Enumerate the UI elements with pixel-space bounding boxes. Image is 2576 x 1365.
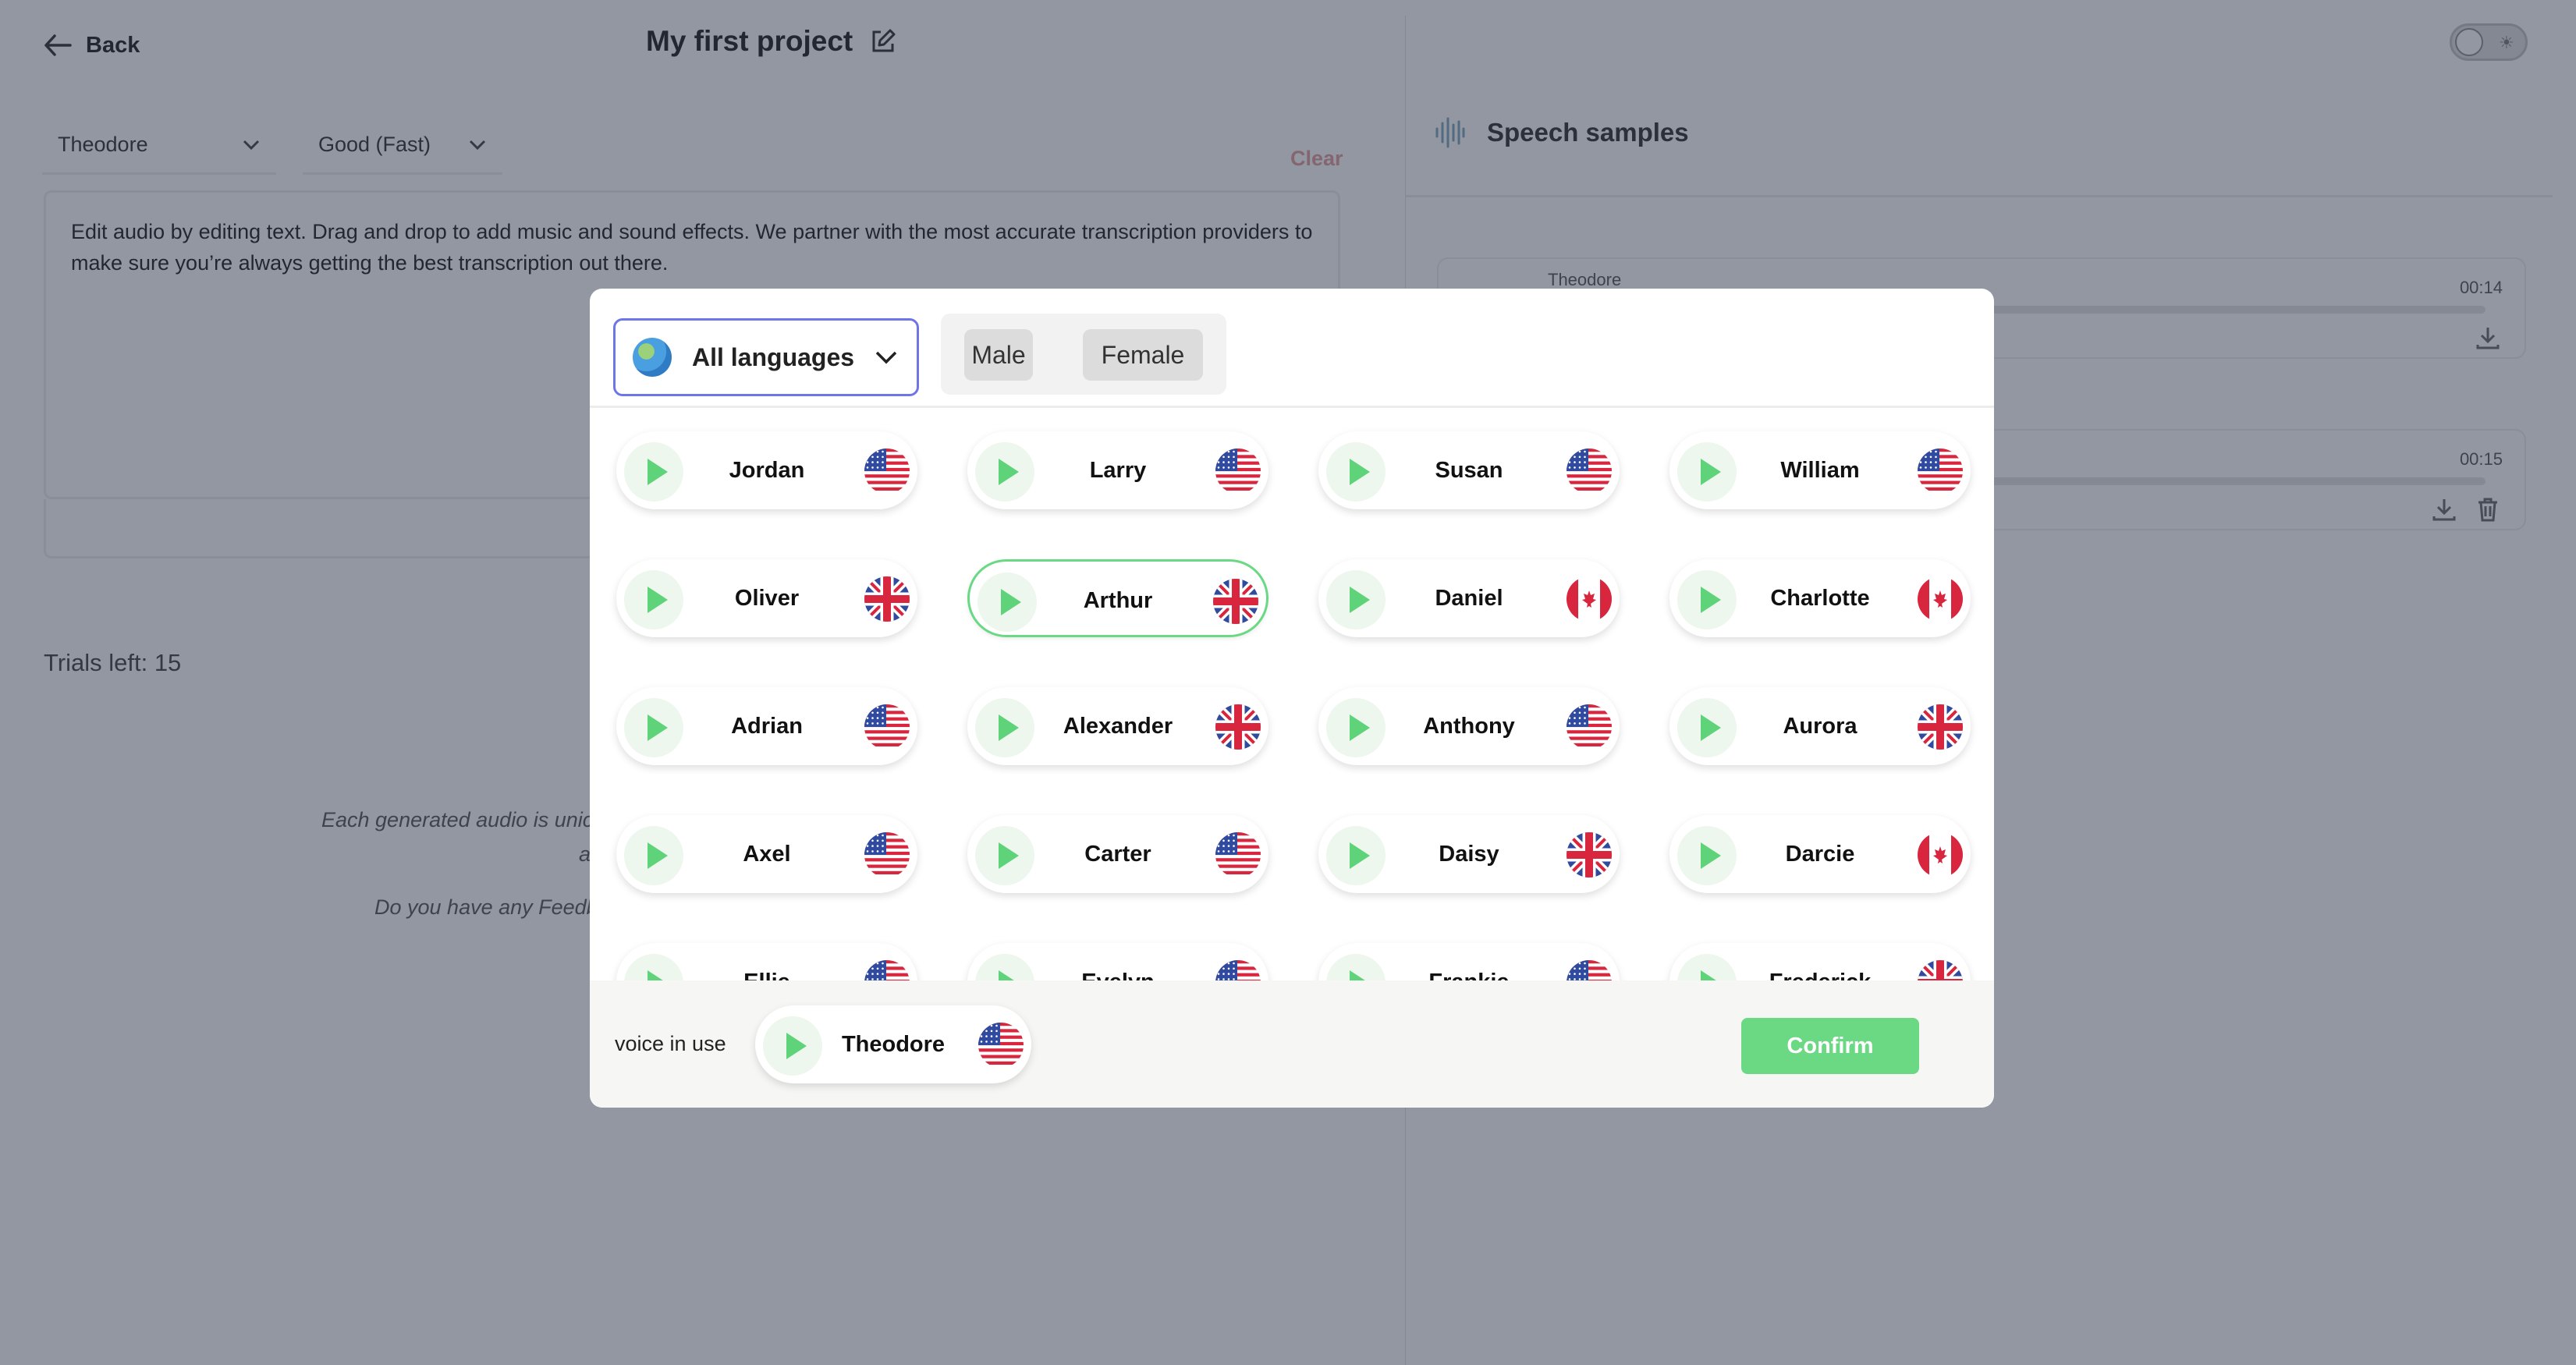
- confirm-button[interactable]: Confirm: [1741, 1018, 1919, 1074]
- play-icon[interactable]: [1677, 826, 1737, 885]
- us-flag-icon: [1215, 832, 1261, 878]
- us-flag-icon: [978, 1023, 1024, 1068]
- globe-icon: [633, 338, 672, 377]
- play-icon[interactable]: [624, 570, 683, 629]
- voice-name: Adrian: [731, 714, 803, 739]
- voice-name: Larry: [1089, 458, 1147, 483]
- voice-picker-modal: All languages Male Female Jordan Larry Sus…: [590, 289, 1994, 1108]
- female-filter-button[interactable]: Female: [1083, 329, 1203, 381]
- uk-flag-icon: [1215, 704, 1261, 750]
- uk-flag-icon: [1918, 704, 1963, 750]
- male-filter-button[interactable]: Male: [964, 329, 1033, 381]
- gender-filter: Male Female: [941, 314, 1226, 395]
- us-flag-icon: [1567, 448, 1612, 494]
- play-icon[interactable]: [624, 826, 683, 885]
- modal-footer: voice in use Theodore Confirm: [590, 980, 1994, 1108]
- play-icon[interactable]: [975, 698, 1034, 757]
- ca-flag-icon: [1918, 576, 1963, 622]
- us-flag-icon: [1215, 960, 1261, 980]
- play-icon[interactable]: [624, 442, 683, 502]
- voice-name: Arthur: [1083, 588, 1153, 613]
- voice-card-anthony[interactable]: Anthony: [1318, 687, 1620, 765]
- us-flag-icon: [864, 704, 910, 750]
- voice-card-daisy[interactable]: Daisy: [1318, 815, 1620, 893]
- voice-card-arthur[interactable]: Arthur: [967, 559, 1268, 637]
- voice-in-use-label: voice in use: [615, 1032, 726, 1055]
- voice-card-daniel[interactable]: Daniel: [1318, 559, 1620, 637]
- voice-name: Axel: [743, 842, 791, 867]
- play-icon[interactable]: [1326, 826, 1386, 885]
- voice-name: Daisy: [1439, 842, 1499, 867]
- voice-name: Charlotte: [1770, 586, 1870, 611]
- uk-flag-icon: [1918, 960, 1963, 980]
- voice-name: Frederick: [1740, 943, 1900, 980]
- ca-flag-icon: [1567, 576, 1612, 622]
- play-icon[interactable]: [975, 442, 1034, 502]
- play-icon[interactable]: [624, 954, 683, 980]
- voice-card-frederick[interactable]: Frederick: [1669, 943, 1971, 980]
- voice-name: William: [1780, 458, 1860, 483]
- chevron-down-icon: [875, 351, 897, 364]
- voice-in-use-name: Theodore: [841, 1032, 946, 1057]
- play-icon[interactable]: [1326, 442, 1386, 502]
- voice-card-evelyn[interactable]: Evelyn: [967, 943, 1268, 980]
- voice-card-carter[interactable]: Carter: [967, 815, 1268, 893]
- ca-flag-icon: [1918, 832, 1963, 878]
- uk-flag-icon: [1567, 832, 1612, 878]
- voice-name: Jordan: [729, 458, 805, 483]
- voice-card-jordan[interactable]: Jordan: [616, 431, 917, 509]
- voice-card-axel[interactable]: Axel: [616, 815, 917, 893]
- voice-card-william[interactable]: William: [1669, 431, 1971, 509]
- voice-name: Ellie: [687, 943, 847, 980]
- play-icon[interactable]: [978, 573, 1037, 632]
- voice-card-adrian[interactable]: Adrian: [616, 687, 917, 765]
- us-flag-icon: [864, 448, 910, 494]
- play-icon[interactable]: [1326, 698, 1386, 757]
- voice-name: Frankie: [1389, 943, 1549, 980]
- voice-card-susan[interactable]: Susan: [1318, 431, 1620, 509]
- language-dropdown-label: All languages: [692, 342, 855, 371]
- play-icon[interactable]: [1677, 698, 1737, 757]
- play-icon[interactable]: [1326, 954, 1386, 980]
- voice-name: Evelyn: [1038, 943, 1198, 980]
- voice-name: Aurora: [1783, 714, 1857, 739]
- play-icon[interactable]: [1677, 442, 1737, 502]
- voice-in-use-card[interactable]: Theodore: [755, 1005, 1031, 1083]
- play-icon[interactable]: [1677, 570, 1737, 629]
- voice-card-charlotte[interactable]: Charlotte: [1669, 559, 1971, 637]
- us-flag-icon: [1567, 960, 1612, 980]
- voice-card-darcie[interactable]: Darcie: [1669, 815, 1971, 893]
- voice-name: Susan: [1435, 458, 1503, 483]
- us-flag-icon: [864, 960, 910, 980]
- play-icon[interactable]: [763, 1016, 822, 1076]
- voice-card-aurora[interactable]: Aurora: [1669, 687, 1971, 765]
- us-flag-icon: [1918, 448, 1963, 494]
- us-flag-icon: [864, 832, 910, 878]
- voice-name: Carter: [1084, 842, 1151, 867]
- voice-name: Darcie: [1785, 842, 1855, 867]
- voice-name: Daniel: [1435, 586, 1503, 611]
- voice-card-frankie[interactable]: Frankie: [1318, 943, 1620, 980]
- play-icon[interactable]: [624, 698, 683, 757]
- us-flag-icon: [1567, 704, 1612, 750]
- play-icon[interactable]: [975, 954, 1034, 980]
- play-icon[interactable]: [1677, 954, 1737, 980]
- play-icon[interactable]: [1326, 570, 1386, 629]
- us-flag-icon: [1215, 448, 1261, 494]
- voice-name: Alexander: [1063, 714, 1173, 739]
- uk-flag-icon: [864, 576, 910, 622]
- voice-name: Oliver: [734, 586, 800, 611]
- voice-card-ellie[interactable]: Ellie: [616, 943, 917, 980]
- language-dropdown[interactable]: All languages: [613, 318, 919, 396]
- voice-name: Anthony: [1423, 714, 1515, 739]
- uk-flag-icon: [1213, 579, 1258, 624]
- voice-card-oliver[interactable]: Oliver: [616, 559, 917, 637]
- voice-grid[interactable]: Jordan Larry Susan William Oliver Arthur Danie…: [590, 408, 1994, 980]
- play-icon[interactable]: [975, 826, 1034, 885]
- voice-card-alexander[interactable]: Alexander: [967, 687, 1268, 765]
- voice-card-larry[interactable]: Larry: [967, 431, 1268, 509]
